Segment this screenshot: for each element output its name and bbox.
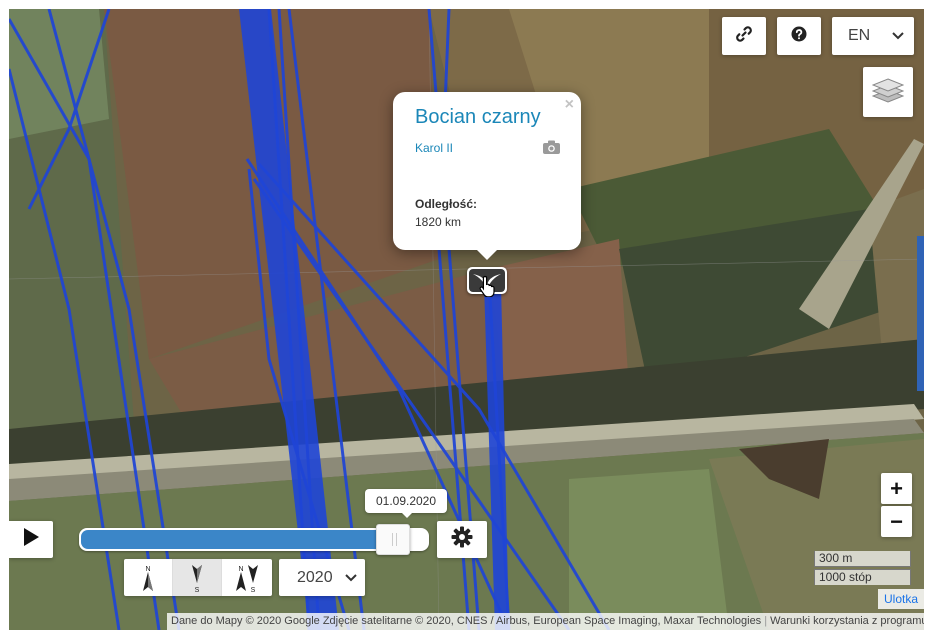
timeline-slider-handle[interactable]	[376, 524, 410, 555]
gear-icon	[451, 526, 473, 553]
scale-metric: 300 m	[814, 551, 911, 567]
year-select[interactable]: 2020	[279, 559, 365, 596]
date-tooltip: 01.09.2020	[365, 489, 447, 518]
language-value: EN	[848, 27, 871, 44]
compass-north-label: N	[145, 566, 150, 573]
hand-cursor-icon	[479, 275, 497, 302]
direction-both-button[interactable]: N S	[222, 559, 271, 596]
play-icon	[23, 528, 39, 551]
language-select[interactable]: EN	[832, 17, 914, 55]
attribution-text: Dane do Mapy © 2020 Google Zdjęcie satel…	[171, 615, 762, 627]
info-popup: Bocian czarny × Karol II Odległość: 1820…	[393, 92, 581, 260]
popup-close-button[interactable]: ×	[565, 96, 574, 114]
compass-both-icon: N S	[235, 564, 258, 593]
compass-both-south-label: S	[250, 587, 255, 593]
map-attribution: Dane do Mapy © 2020 Google Zdjęcie satel…	[167, 613, 924, 630]
year-value: 2020	[297, 568, 333, 586]
direction-south-button[interactable]: S	[173, 559, 222, 596]
terms-link[interactable]: Warunki korzystania z programu	[770, 615, 924, 627]
layers-button[interactable]	[863, 67, 913, 117]
question-circle-icon	[791, 26, 807, 47]
zoom-in-button[interactable]: +	[881, 473, 912, 504]
play-button[interactable]	[9, 521, 53, 558]
popup-tip	[477, 250, 497, 260]
compass-south-icon: S	[192, 564, 202, 593]
timeline-progress	[81, 530, 391, 549]
link-icon	[735, 25, 753, 48]
distance-label: Odległość:	[415, 197, 478, 211]
direction-toggle-group: N S N S	[124, 559, 272, 596]
camera-icon[interactable]	[543, 140, 560, 159]
compass-north-icon: N	[143, 566, 153, 591]
chevron-down-icon	[892, 27, 904, 45]
chevron-down-icon	[345, 569, 357, 587]
scale-imperial: 1000 stóp	[814, 569, 911, 585]
timeline-slider[interactable]	[79, 524, 429, 555]
bird-name-link[interactable]: Karol II	[415, 141, 453, 155]
distance-value: 1820 km	[415, 215, 462, 229]
attribution-separator: |	[764, 615, 768, 627]
zoom-out-button[interactable]: −	[881, 506, 912, 537]
right-edge-handle[interactable]	[917, 236, 924, 391]
share-link-button[interactable]	[722, 17, 766, 55]
compass-south-label: S	[195, 587, 200, 593]
leaflet-link[interactable]: Ulotka	[877, 589, 924, 609]
direction-north-button[interactable]: N	[124, 559, 173, 596]
help-button[interactable]	[777, 17, 821, 55]
compass-both-north-label: N	[238, 566, 243, 573]
popup-title: Bocian czarny	[415, 106, 541, 128]
map-frame: EN Bocian czarny × Karol II Odległość: 1…	[9, 9, 924, 630]
settings-button[interactable]	[437, 521, 487, 558]
layers-icon	[871, 76, 905, 109]
